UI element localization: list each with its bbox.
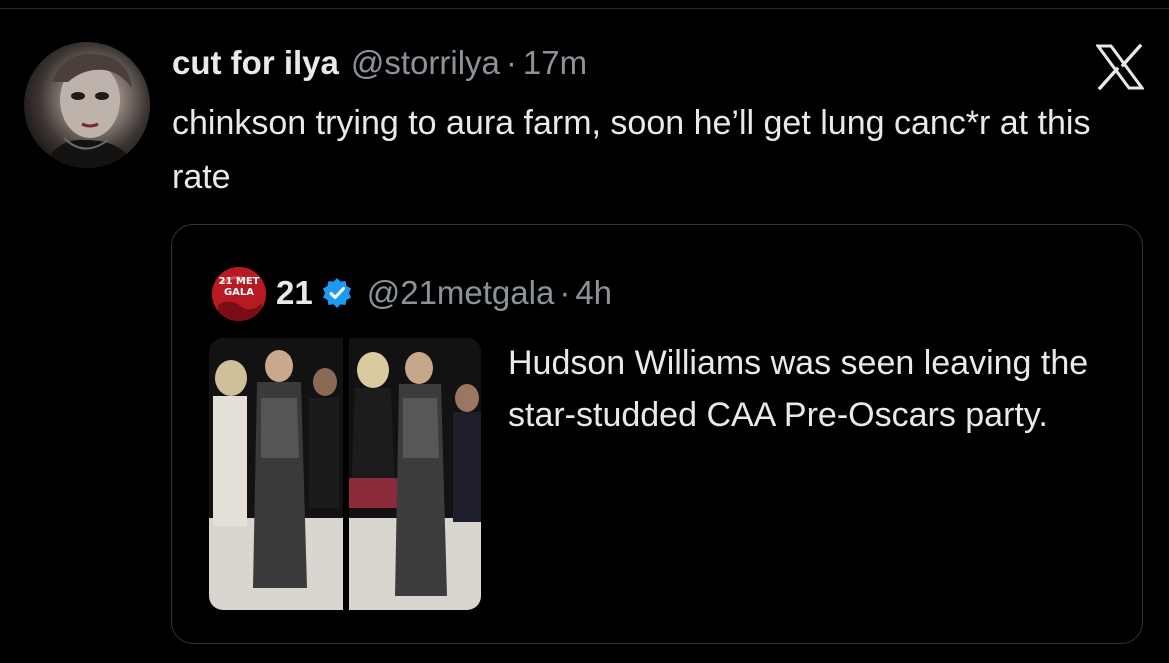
x-logo-icon[interactable] xyxy=(1095,43,1145,91)
tweet-text: chinkson trying to aura farm, soon he’ll… xyxy=(172,104,1091,196)
separator-dot: · xyxy=(505,44,517,81)
quoted-tweet-text: Hudson Williams was seen leaving the sta… xyxy=(508,344,1089,434)
verified-badge-icon xyxy=(321,277,353,309)
media-divider xyxy=(343,338,349,610)
tweet-time[interactable]: 17m xyxy=(523,44,587,82)
avatar-photo xyxy=(44,53,136,168)
quoted-time[interactable]: 4h xyxy=(575,274,612,312)
separator-dot: · xyxy=(559,274,571,311)
user-handle[interactable]: @storrilya xyxy=(351,44,500,82)
top-divider xyxy=(0,8,1169,9)
avatar-logo-text: 21 MET GALA xyxy=(218,276,260,298)
quoted-avatar[interactable]: 21 MET GALA xyxy=(212,267,266,321)
quoted-header: 21 @21metgala · 4h xyxy=(276,269,612,317)
quoted-handle[interactable]: @21metgala xyxy=(367,274,555,312)
user-avatar[interactable] xyxy=(24,42,150,168)
quoted-display-name[interactable]: 21 xyxy=(276,274,313,312)
photo-thumbnail[interactable] xyxy=(209,338,481,610)
display-name[interactable]: cut for ilya xyxy=(172,44,339,82)
tweet-header: cut for ilya @storrilya · 17m xyxy=(172,40,587,86)
quoted-tweet-card[interactable]: 21 MET GALA 21 @21metgala · 4h Hudson Wi… xyxy=(171,224,1143,644)
